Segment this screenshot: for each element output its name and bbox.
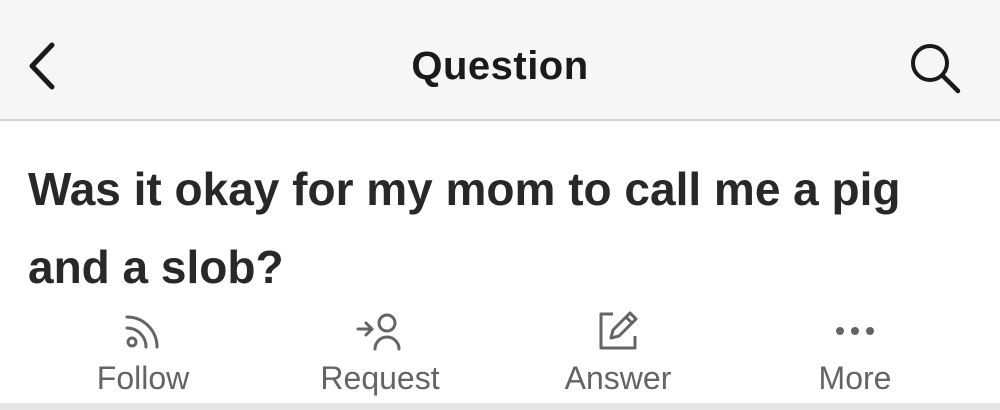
request-button[interactable]: Request [305,306,455,404]
more-dots-icon [836,327,874,335]
question-title[interactable]: Was it okay for my mom to call me a pig … [28,150,968,306]
search-icon [911,44,961,94]
top-nav-bar: Question [0,0,1000,121]
back-button[interactable] [14,36,68,96]
search-button[interactable] [900,38,970,98]
answer-pencil-icon [599,311,638,350]
request-user-icon [356,313,401,351]
section-divider [0,403,1000,410]
request-label: Request [320,360,440,396]
page-title: Question [411,44,589,88]
follow-label: Follow [96,360,190,396]
follow-rss-icon [125,315,159,349]
question-action-bar: Follow Request Answer More [0,306,1000,404]
answer-button[interactable]: Answer [548,306,688,404]
more-button[interactable]: More [800,306,910,404]
chevron-left-icon [29,42,55,90]
follow-button[interactable]: Follow [83,306,203,404]
more-label: More [818,360,892,396]
answer-label: Answer [564,360,672,396]
